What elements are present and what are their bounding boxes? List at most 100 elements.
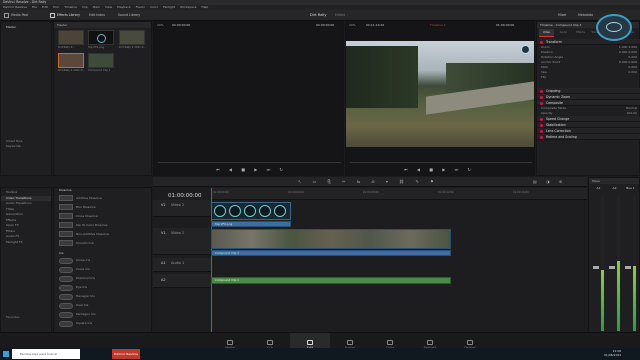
taskbar-davinci[interactable]: DaVinci Resolve 17: [112, 349, 140, 359]
transition-thumb-icon: [59, 204, 73, 210]
transition-item[interactable]: Smooth Cut: [54, 239, 151, 248]
level-meter: [601, 196, 604, 331]
clip-name-1: Dirt Rally 2...: [58, 46, 75, 49]
transform-label: Flip: [541, 75, 547, 79]
media-pool-icon: [4, 13, 9, 18]
zoom-tools[interactable]: ▤ ◑ ⊕: [533, 179, 566, 184]
track-header-a1: A1 Audio 1: [153, 258, 211, 272]
clip-v1-label[interactable]: Compound Clip 1: [211, 250, 451, 256]
section-speed-change-label: Speed Change: [546, 117, 570, 121]
clip-thumb-4[interactable]: [58, 53, 84, 68]
iris-item[interactable]: Oval Iris: [54, 301, 151, 310]
clip-thumb-3[interactable]: [119, 30, 145, 45]
enable-toggle-icon[interactable]: [540, 40, 543, 44]
effects-list-panel: Dissolve Additive Dissolve Blur Dissolve C…: [53, 187, 152, 340]
fader-knob[interactable]: [593, 266, 599, 269]
timeline-scrubber[interactable]: [350, 162, 532, 163]
track-header-a2: A2: [153, 274, 211, 288]
mixer-channel-label: A2: [612, 186, 617, 190]
iris-item[interactable]: Hexagon Iris: [54, 292, 151, 301]
source-zoom[interactable]: 29%: [157, 22, 164, 28]
tab-effects[interactable]: Effects: [573, 29, 588, 37]
mixer-title: Mixer: [589, 178, 639, 184]
level-fill: [601, 270, 604, 331]
bin-master[interactable]: Master: [1, 25, 51, 31]
iris-thumb-icon: [59, 293, 73, 300]
clip-thumb-2[interactable]: [88, 30, 114, 45]
media-pool-button[interactable]: Media Pool: [11, 10, 28, 21]
transition-thumb-icon: [59, 240, 73, 246]
transition-label: Cross Dissolve: [76, 213, 98, 218]
section-composite[interactable]: Composite: [537, 100, 640, 106]
source-duration: 00:00:00:00: [316, 23, 335, 27]
iris-item[interactable]: Eye Iris: [54, 283, 151, 292]
track-header-v1: V1 Video 1: [153, 228, 211, 255]
track-a1-label: A1: [161, 261, 166, 265]
timeline-transport-controls[interactable]: ⏮ ◀ ■ ▶ ⏭ ↻: [404, 167, 475, 172]
taskbar-clock: 12:00 01/06/2021: [604, 349, 622, 357]
sound-library-button[interactable]: Sound Library: [118, 10, 140, 21]
iris-label: Square Iris: [76, 321, 93, 325]
taskbar-search[interactable]: Escribe aquí para buscar: [12, 349, 80, 359]
bin-list-panel: Master Smart Bins Keywords: [0, 21, 52, 176]
transform-values[interactable]: 0.000: [628, 70, 637, 75]
source-scrubber[interactable]: [158, 162, 341, 163]
iris-item[interactable]: Diamond Iris: [54, 274, 151, 283]
transition-item[interactable]: Non-Additive Dissolve: [54, 230, 151, 239]
track-v1-name[interactable]: Video 1: [171, 231, 184, 235]
clip-v2-label[interactable]: Top VFX.png: [211, 221, 291, 227]
section-retime-scaling[interactable]: Retime and Scaling: [537, 134, 640, 140]
mixer-button[interactable]: Mixer: [558, 10, 567, 21]
timeline-toolbar: ↖ ▭ ⎘ ✂ ⇆ ⎌ ▾ ⛓ ✎ ⚑ ▤ ◑ ⊕: [153, 177, 587, 187]
fader-knob[interactable]: [609, 266, 615, 269]
transition-item[interactable]: Blur Dissolve: [54, 203, 151, 212]
iris-thumb-icon: [59, 275, 73, 282]
start-icon[interactable]: [3, 351, 9, 357]
track-v2-name[interactable]: Video 2: [171, 203, 184, 207]
section-stabilization-label: Stabilization: [546, 123, 566, 127]
track-a1-name[interactable]: Audio 1: [171, 261, 184, 265]
smart-bin-keywords[interactable]: Keywords: [1, 144, 51, 150]
iris-thumb-icon: [59, 266, 73, 273]
source-transport-controls[interactable]: ⏮ ◀ ■ ▶ ⏭ ↻: [216, 167, 287, 172]
effects-library-icon: [50, 13, 55, 18]
edit-tools[interactable]: ↖ ▭ ⎘ ✂ ⇆ ⎌ ▾ ⛓ ✎ ⚑: [298, 179, 439, 184]
tab-audio[interactable]: Audio: [556, 29, 571, 37]
fader-knob[interactable]: [625, 266, 631, 269]
iris-thumb-icon: [59, 284, 73, 291]
transition-item[interactable]: Cross Dissolve: [54, 212, 151, 221]
toolbox-list: Toolbox Video Transitions Audio Transition…: [1, 188, 51, 245]
transition-item[interactable]: Additive Dissolve: [54, 194, 151, 203]
iris-thumb-icon: [59, 257, 73, 264]
section-transform[interactable]: Transform: [537, 39, 640, 45]
toolbox-item[interactable]: Fairlight FX: [1, 240, 51, 246]
timeline-zoom[interactable]: 29%: [349, 22, 356, 28]
level-meter: [633, 196, 636, 331]
clip-top-vfx-overlay[interactable]: [211, 202, 291, 220]
timeline-timecode: 01:00:00:00: [168, 193, 202, 199]
clip-a2-audio[interactable]: Compound Clip 1: [211, 277, 451, 284]
clip-name-2: Top VFX.png: [88, 46, 105, 49]
transition-label: Dip To Color Dissolve: [76, 222, 108, 227]
clip-compound-video[interactable]: [211, 229, 451, 249]
tab-video[interactable]: Video: [539, 29, 554, 37]
ruler-tick: 01:00:12:00: [438, 191, 454, 194]
iris-item[interactable]: Square Iris: [54, 319, 151, 328]
timeline-ruler[interactable]: 01:00:00:00 01:00:04:00 01:00:08:00 01:00:1…: [211, 188, 604, 200]
clip-thumb-1[interactable]: [58, 30, 84, 45]
edit-index-button[interactable]: Edit Index: [89, 10, 105, 21]
iris-item[interactable]: Cross Iris: [54, 265, 151, 274]
iris-item[interactable]: Pentagon Iris: [54, 310, 151, 319]
iris-item[interactable]: Arrow Iris: [54, 256, 151, 265]
inspector-panel: Timeline - Compound Clip 1 Video Audio Eff…: [536, 21, 640, 176]
page-color-icon: [387, 340, 393, 345]
clip-thumb-5[interactable]: [88, 53, 114, 68]
page-media-icon: [227, 340, 233, 345]
iris-thumb-icon: [59, 302, 73, 309]
timeline-name-select[interactable]: Timeline 1: [430, 22, 446, 28]
section-retime-scaling-label: Retime and Scaling: [546, 135, 577, 139]
iris-label: Eye Iris: [76, 285, 87, 289]
transition-item[interactable]: Dip To Color Dissolve: [54, 221, 151, 230]
effects-library-button[interactable]: Effects Library: [57, 10, 80, 21]
metadata-button[interactable]: Metadata: [578, 10, 593, 21]
